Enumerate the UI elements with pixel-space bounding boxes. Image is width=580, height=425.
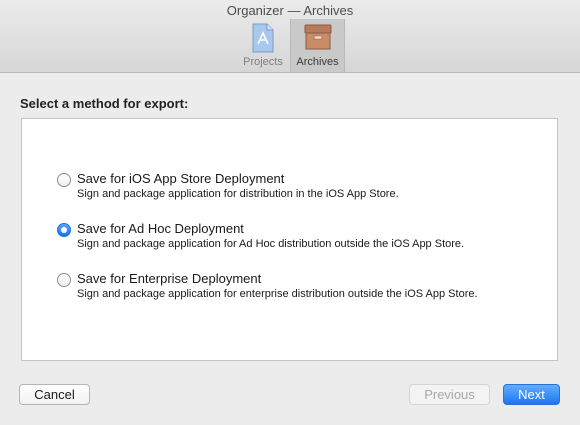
option-ad-hoc-title: Save for Ad Hoc Deployment xyxy=(77,221,244,236)
export-heading: Select a method for export: xyxy=(20,96,189,111)
radio-app-store[interactable] xyxy=(57,173,71,187)
option-app-store-description: Sign and package application for distrib… xyxy=(77,188,399,200)
export-options-panel: Save for iOS App Store Deployment Sign a… xyxy=(21,118,558,361)
option-enterprise-description: Sign and package application for enterpr… xyxy=(77,288,478,300)
option-app-store[interactable]: Save for iOS App Store Deployment Sign a… xyxy=(57,170,537,204)
previous-button[interactable]: Previous xyxy=(409,384,490,405)
window-title: Organizer — Archives xyxy=(226,3,354,18)
toolbar-projects-label: Projects xyxy=(243,56,283,68)
projects-icon xyxy=(251,23,275,58)
toolbar-archives-button[interactable]: Archives xyxy=(290,19,345,72)
radio-ad-hoc[interactable] xyxy=(57,223,71,237)
option-ad-hoc[interactable]: Save for Ad Hoc Deployment Sign and pack… xyxy=(57,220,537,254)
toolbar-projects-button[interactable]: Projects xyxy=(238,19,288,72)
title-bar: Organizer — Archives Projects Archives xyxy=(0,0,580,73)
organizer-window: Organizer — Archives Projects Archives S… xyxy=(0,0,580,425)
radio-enterprise[interactable] xyxy=(57,273,71,287)
next-button[interactable]: Next xyxy=(503,384,560,405)
option-enterprise[interactable]: Save for Enterprise Deployment Sign and … xyxy=(57,270,537,304)
option-app-store-title: Save for iOS App Store Deployment xyxy=(77,171,285,186)
option-enterprise-title: Save for Enterprise Deployment xyxy=(77,271,262,286)
option-ad-hoc-description: Sign and package application for Ad Hoc … xyxy=(77,238,465,250)
toolbar-archives-label: Archives xyxy=(296,56,339,68)
archives-icon xyxy=(303,23,333,56)
cancel-button[interactable]: Cancel xyxy=(19,384,90,405)
